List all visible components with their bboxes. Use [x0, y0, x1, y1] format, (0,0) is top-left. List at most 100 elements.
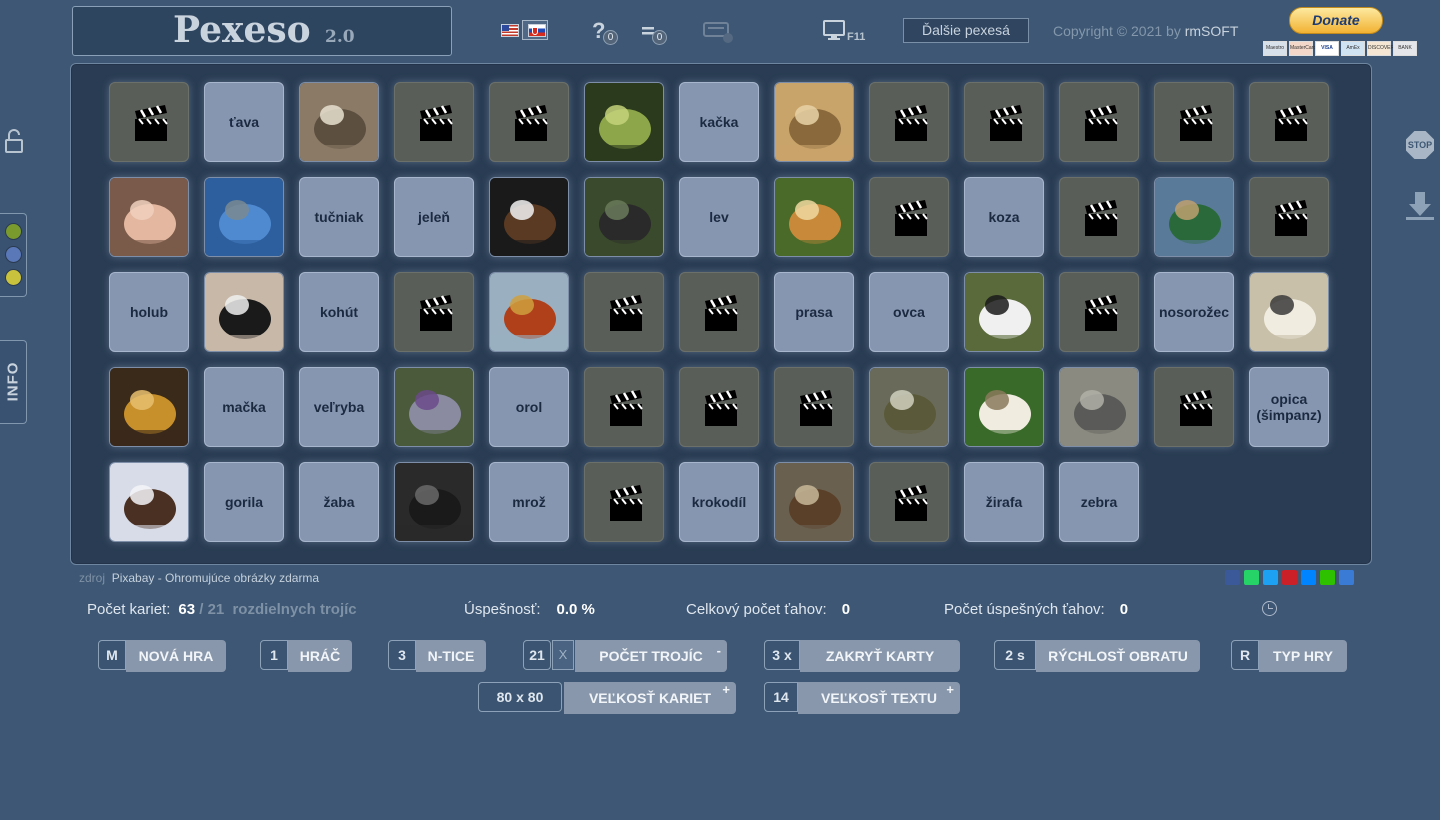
card-face-down[interactable]	[584, 367, 664, 447]
donate-button[interactable]: Donate	[1289, 7, 1383, 34]
game-type-value[interactable]: R	[1231, 640, 1259, 670]
pinterest-share-icon[interactable]	[1282, 570, 1297, 585]
card-picture-zebra[interactable]	[964, 272, 1044, 352]
copyright-brand-link[interactable]: rmSOFT	[1185, 23, 1239, 39]
card-face-down[interactable]	[869, 462, 949, 542]
card-word[interactable]: kačka	[679, 82, 759, 162]
card-face-down[interactable]	[1249, 177, 1329, 257]
card-face-down[interactable]	[1154, 367, 1234, 447]
new-game-button[interactable]: NOVÁ HRA	[126, 640, 226, 672]
card-picture-duck[interactable]	[1154, 177, 1234, 257]
card-picture-rooster[interactable]	[489, 272, 569, 352]
card-word[interactable]: veľryba	[299, 367, 379, 447]
card-word[interactable]: jeleň	[394, 177, 474, 257]
color-theme-green[interactable]	[5, 223, 22, 240]
card-face-down[interactable]	[774, 367, 854, 447]
triples-button[interactable]: POČET TROJÍC -	[575, 640, 727, 672]
flip-speed-button[interactable]: RÝCHLOSŤ OBRATU	[1036, 640, 1200, 672]
triples-decrease-icon[interactable]: -	[717, 644, 721, 657]
card-picture-camel[interactable]	[774, 82, 854, 162]
whatsapp-share-icon[interactable]	[1244, 570, 1259, 585]
cover-value[interactable]: 3 x	[764, 640, 800, 670]
card-word[interactable]: gorila	[204, 462, 284, 542]
card-word[interactable]: ťava	[204, 82, 284, 162]
card-face-down[interactable]	[869, 82, 949, 162]
card-word[interactable]: opica (šimpanz)	[1249, 367, 1329, 447]
facebook-share-icon[interactable]	[1225, 570, 1240, 585]
card-picture-deer[interactable]	[774, 462, 854, 542]
timer-clock-icon[interactable]	[1262, 601, 1277, 616]
card-word[interactable]: mačka	[204, 367, 284, 447]
card-picture-whale[interactable]	[204, 177, 284, 257]
download-icon[interactable]	[1403, 189, 1437, 223]
color-theme-yellow[interactable]	[5, 269, 22, 286]
card-face-down[interactable]	[584, 462, 664, 542]
text-size-increase-icon[interactable]: +	[946, 683, 954, 696]
card-face-down[interactable]	[1059, 82, 1139, 162]
card-word[interactable]: krokodíl	[679, 462, 759, 542]
card-face-down[interactable]	[679, 367, 759, 447]
lock-icon[interactable]	[5, 128, 23, 154]
card-word[interactable]: ovca	[869, 272, 949, 352]
card-picture-goat[interactable]	[964, 367, 1044, 447]
ntice-button[interactable]: N-TICE	[416, 640, 486, 672]
card-size-increase-icon[interactable]: +	[722, 683, 730, 696]
card-word[interactable]: lev	[679, 177, 759, 257]
card-word[interactable]: tučniak	[299, 177, 379, 257]
card-face-down[interactable]	[964, 82, 1044, 162]
triples-count-value[interactable]: 21	[523, 640, 551, 670]
card-word[interactable]: zebra	[1059, 462, 1139, 542]
card-face-down[interactable]	[1059, 272, 1139, 352]
card-picture-giraffe[interactable]	[774, 177, 854, 257]
card-word[interactable]: kohút	[299, 272, 379, 352]
card-word[interactable]: prasa	[774, 272, 854, 352]
card-word[interactable]: holub	[109, 272, 189, 352]
keyboard-icon[interactable]	[702, 18, 736, 44]
player-count-value[interactable]: 1	[260, 640, 288, 670]
card-picture-chimp[interactable]	[394, 462, 474, 542]
card-face-down[interactable]	[489, 82, 569, 162]
text-size-value[interactable]: 14	[764, 682, 798, 712]
wechat-share-icon[interactable]	[1320, 570, 1335, 585]
card-word[interactable]: koza	[964, 177, 1044, 257]
more-share-icon[interactable]	[1339, 570, 1354, 585]
card-picture-penguins[interactable]	[204, 272, 284, 352]
card-face-down[interactable]	[679, 272, 759, 352]
text-size-button[interactable]: VEĽKOSŤ TEXTU +	[798, 682, 960, 714]
twitter-share-icon[interactable]	[1263, 570, 1278, 585]
card-size-value[interactable]: 80 x 80	[478, 682, 562, 712]
fullscreen-monitor-icon[interactable]	[823, 20, 847, 42]
ntice-value[interactable]: 3	[388, 640, 416, 670]
card-face-down[interactable]	[869, 177, 949, 257]
stop-button[interactable]: STOP	[1406, 131, 1434, 159]
player-button[interactable]: HRÁČ	[288, 640, 352, 672]
card-face-down[interactable]	[1249, 82, 1329, 162]
card-face-down[interactable]	[1059, 177, 1139, 257]
card-picture-pigeon[interactable]	[394, 367, 474, 447]
card-word[interactable]: žirafa	[964, 462, 1044, 542]
more-games-button[interactable]: Ďalšie pexesá	[903, 18, 1029, 43]
card-size-button[interactable]: VEĽKOSŤ KARIET +	[564, 682, 736, 714]
card-picture-eagle[interactable]	[489, 177, 569, 257]
card-picture-cat[interactable]	[299, 82, 379, 162]
messenger-share-icon[interactable]	[1301, 570, 1316, 585]
flip-speed-value[interactable]: 2 s	[994, 640, 1036, 670]
info-tab[interactable]: INFO	[0, 340, 27, 424]
card-face-down[interactable]	[394, 272, 474, 352]
card-picture-pig[interactable]	[109, 177, 189, 257]
card-picture-rhino[interactable]	[1059, 367, 1139, 447]
game-type-button[interactable]: TYP HRY	[1259, 640, 1347, 672]
card-word[interactable]: orol	[489, 367, 569, 447]
english-flag-icon[interactable]	[501, 24, 519, 37]
card-picture-walrus[interactable]	[109, 462, 189, 542]
color-theme-blue[interactable]	[5, 246, 22, 263]
card-face-down[interactable]	[584, 272, 664, 352]
source-link[interactable]: Pixabay - Ohromujúce obrázky zdarma	[112, 571, 319, 585]
card-face-down[interactable]	[394, 82, 474, 162]
card-face-down[interactable]	[109, 82, 189, 162]
card-word[interactable]: nosorožec	[1154, 272, 1234, 352]
card-word[interactable]: mrož	[489, 462, 569, 542]
card-picture-sheep[interactable]	[1249, 272, 1329, 352]
card-picture-frog[interactable]	[584, 82, 664, 162]
card-word[interactable]: žaba	[299, 462, 379, 542]
